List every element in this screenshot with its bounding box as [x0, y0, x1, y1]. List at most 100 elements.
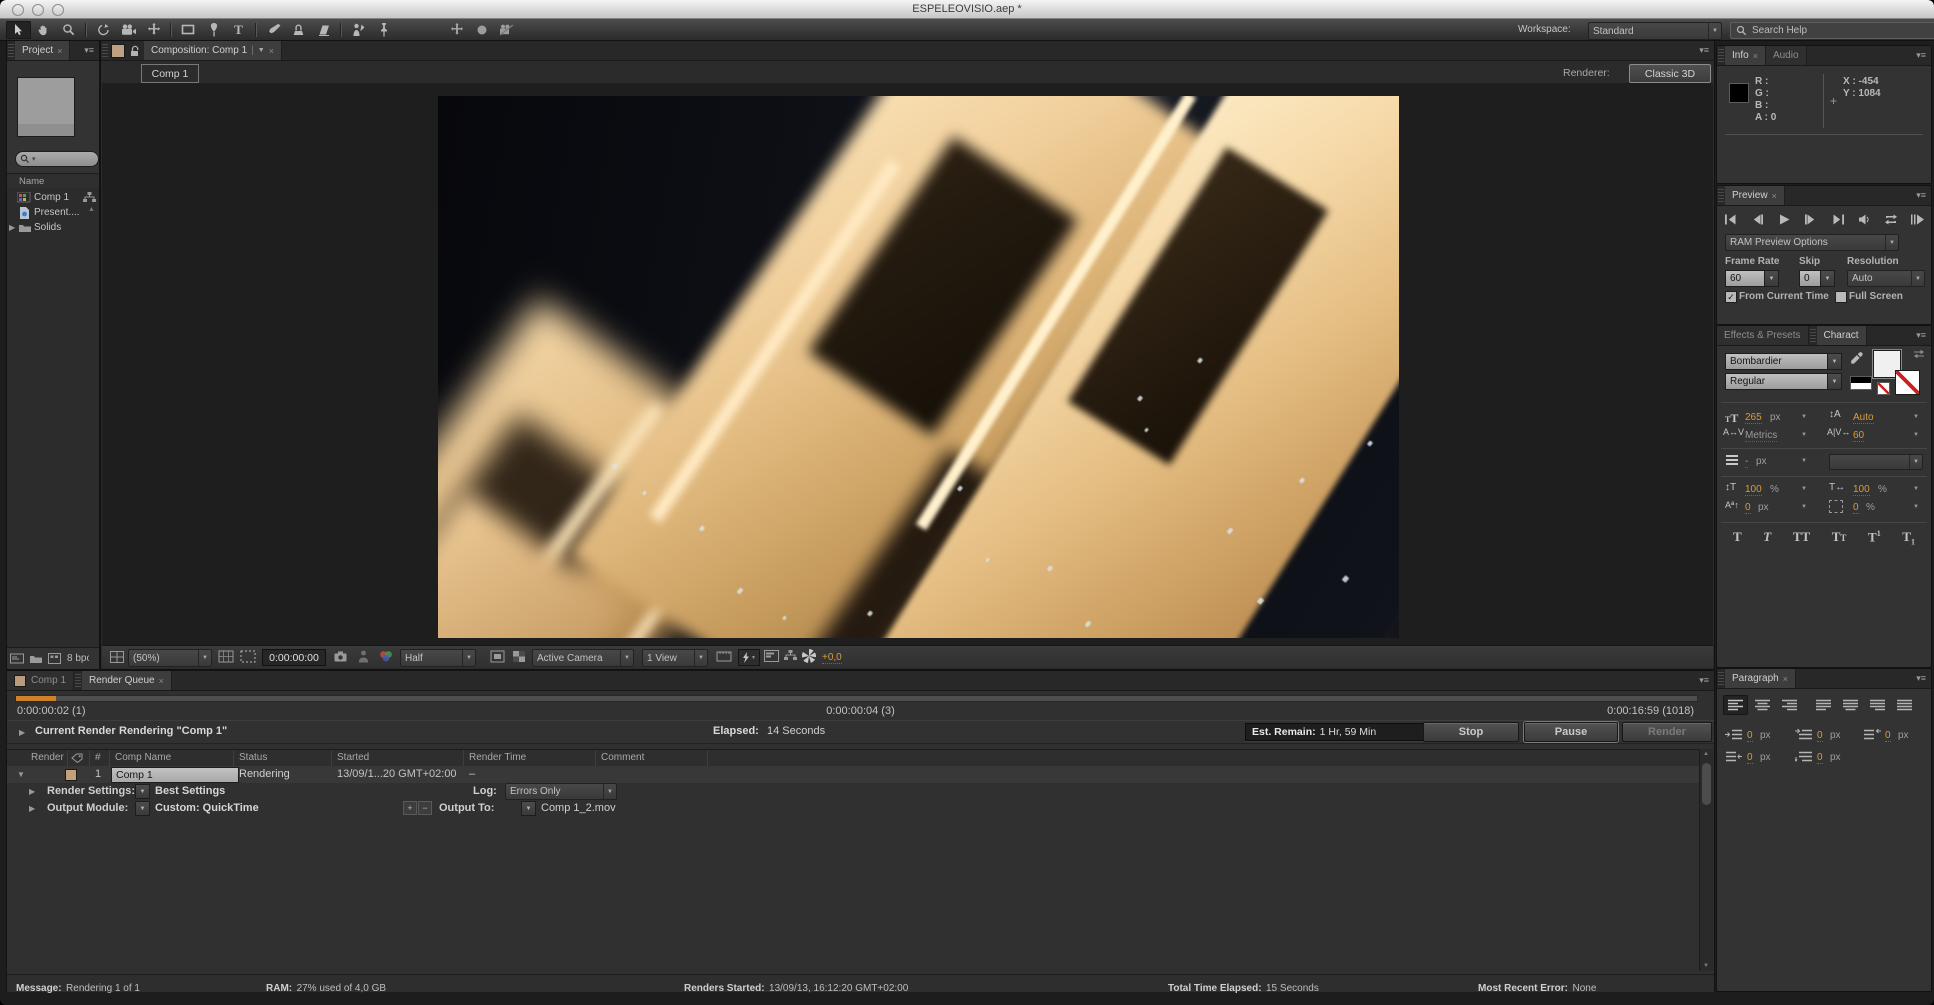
column-number[interactable]: #: [95, 752, 101, 763]
tab-preview[interactable]: Preview ×: [1725, 186, 1785, 205]
justify-last-left-button[interactable]: [1811, 695, 1836, 715]
interpret-footage-icon[interactable]: [10, 653, 24, 664]
pen-tool[interactable]: [201, 21, 226, 39]
justify-all-button[interactable]: [1892, 695, 1917, 715]
pixel-aspect-icon[interactable]: [716, 651, 732, 662]
output-module-value[interactable]: Custom: QuickTime: [155, 802, 259, 814]
puppet-pin-tool[interactable]: [371, 21, 396, 39]
tsume-value[interactable]: 0: [1853, 502, 1859, 514]
subscript-button[interactable]: T1: [1902, 529, 1915, 547]
chevron-down-icon[interactable]: ▼: [1913, 486, 1919, 492]
font-style-dropdown-button[interactable]: ▼: [1827, 373, 1842, 390]
last-frame-button[interactable]: [1831, 214, 1846, 225]
minimize-button[interactable]: [32, 4, 44, 16]
leading-value[interactable]: Auto: [1853, 412, 1874, 424]
faux-italic-button[interactable]: T: [1763, 529, 1771, 547]
panel-menu-icon[interactable]: ▾≡: [1911, 669, 1931, 688]
font-family-dropdown-button[interactable]: ▼: [1827, 353, 1842, 370]
always-preview-icon[interactable]: [110, 651, 124, 663]
clone-stamp-tool[interactable]: [286, 21, 311, 39]
tab-composition[interactable]: Composition: Comp 1 | ▼ ×: [144, 41, 282, 60]
view-count-dropdown[interactable]: 1 View ▼: [642, 649, 708, 667]
output-module-dropdown-button[interactable]: ▼: [135, 801, 150, 816]
align-left-button[interactable]: [1723, 695, 1748, 715]
ram-preview-options-dropdown[interactable]: RAM Preview Options ▼: [1725, 234, 1899, 251]
scroll-up-icon[interactable]: ▲: [1703, 751, 1709, 757]
resolution-dropdown[interactable]: Half ▼: [400, 649, 476, 667]
loop-button[interactable]: [1884, 214, 1898, 225]
space-after-value[interactable]: 0: [1817, 752, 1823, 764]
twirl-icon[interactable]: ▶: [19, 728, 25, 737]
panel-menu-icon[interactable]: ▾≡: [1694, 41, 1714, 60]
column-render[interactable]: Render: [31, 752, 64, 763]
next-frame-button[interactable]: [1803, 214, 1818, 225]
exposure-shutter-icon[interactable]: [802, 649, 816, 663]
comp-mini-flowchart-crumb[interactable]: Comp 1: [141, 64, 199, 83]
panel-menu-icon[interactable]: ▾≡: [1911, 46, 1931, 65]
close-icon[interactable]: ×: [1783, 674, 1788, 684]
scrollbar-thumb[interactable]: [1702, 763, 1711, 805]
chevron-down-icon[interactable]: ▼: [1801, 432, 1807, 438]
kerning-value[interactable]: Metrics: [1745, 430, 1778, 442]
chevron-down-icon[interactable]: ▼: [1801, 458, 1807, 464]
panel-gripper[interactable]: [8, 44, 14, 57]
queue-row[interactable]: ▼ 1 Comp 1 Rendering 13/09/1...20 GMT+02…: [7, 766, 1699, 783]
column-comment[interactable]: Comment: [601, 752, 644, 763]
tab-render-queue[interactable]: Render Queue ×: [82, 671, 172, 690]
tab-info[interactable]: Info ×: [1725, 46, 1766, 65]
hand-tool[interactable]: [31, 21, 56, 39]
zoom-button[interactable]: [52, 4, 64, 16]
column-render-time[interactable]: Render Time: [469, 752, 526, 763]
play-button[interactable]: [1778, 214, 1791, 225]
horizontal-scale-value[interactable]: 100: [1853, 484, 1870, 496]
grid-guides-icon[interactable]: [218, 650, 234, 663]
flowchart-icon[interactable]: [83, 192, 96, 203]
panel-gripper[interactable]: [75, 674, 82, 687]
stop-button[interactable]: Stop: [1423, 722, 1519, 742]
twirl-icon[interactable]: ▶: [29, 804, 35, 813]
zoom-tool[interactable]: [56, 21, 81, 39]
justify-last-center-button[interactable]: [1838, 695, 1863, 715]
target-region-icon[interactable]: [490, 650, 505, 663]
eyedropper-icon[interactable]: [1850, 352, 1863, 366]
tab-character[interactable]: Charact: [1816, 326, 1867, 345]
close-icon[interactable]: ×: [1772, 191, 1777, 201]
type-tool[interactable]: T: [226, 21, 251, 39]
indent-right-value[interactable]: 0: [1885, 730, 1891, 742]
selection-tool[interactable]: [6, 20, 31, 39]
frame-rate-dropdown-button[interactable]: ▼: [1764, 270, 1779, 287]
skip-dropdown-button[interactable]: ▼: [1820, 270, 1835, 287]
all-caps-button[interactable]: TT: [1793, 529, 1810, 547]
audio-button[interactable]: [1858, 214, 1871, 225]
ram-preview-button[interactable]: [1910, 214, 1925, 225]
tab-effects-presets[interactable]: Effects & Presets: [1717, 326, 1809, 345]
tag-icon[interactable]: [71, 753, 84, 763]
renderer-button[interactable]: Classic 3D: [1629, 64, 1711, 83]
panel-gripper[interactable]: [1718, 672, 1724, 685]
panel-gripper[interactable]: [1718, 49, 1724, 62]
search-help-box[interactable]: Search Help: [1730, 22, 1934, 39]
close-icon[interactable]: ×: [269, 46, 274, 56]
composition-viewport-image[interactable]: [438, 96, 1399, 638]
view-axis-mode-icon[interactable]: [494, 21, 519, 39]
project-search-field[interactable]: ▾: [15, 151, 99, 167]
comp-flowchart-icon[interactable]: [784, 650, 797, 661]
brush-tool[interactable]: [261, 21, 286, 39]
snapshot-icon[interactable]: [334, 651, 349, 662]
exposure-value[interactable]: +0,0: [822, 652, 842, 664]
previous-frame-button[interactable]: [1750, 214, 1765, 225]
show-snapshot-icon[interactable]: [358, 650, 369, 663]
first-line-indent-value[interactable]: 0: [1817, 730, 1823, 742]
output-to-dropdown-button[interactable]: ▼: [521, 801, 536, 816]
align-right-button[interactable]: [1777, 695, 1802, 715]
twirl-icon[interactable]: ▼: [17, 770, 25, 779]
panel-gripper[interactable]: [1809, 329, 1816, 342]
close-icon[interactable]: ×: [159, 676, 164, 686]
eraser-tool[interactable]: [311, 21, 336, 39]
row-color-swatch[interactable]: [65, 769, 77, 781]
new-folder-icon[interactable]: [29, 654, 43, 664]
column-status[interactable]: Status: [239, 752, 267, 763]
close-icon[interactable]: ×: [1753, 51, 1758, 61]
render-settings-value[interactable]: Best Settings: [155, 785, 225, 797]
vertical-scale-value[interactable]: 100: [1745, 484, 1762, 496]
